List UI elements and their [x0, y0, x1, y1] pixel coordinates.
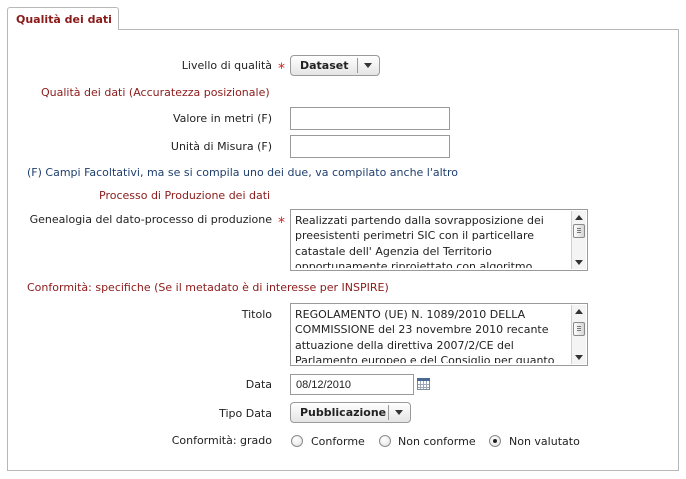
titolo-label: Titolo — [241, 308, 272, 321]
unita-label: Unità di Misura (F) — [170, 140, 272, 153]
scroll-thumb[interactable] — [573, 224, 585, 238]
titolo-scrollbar[interactable] — [571, 305, 586, 364]
data-label: Data — [245, 378, 272, 391]
scroll-down-icon[interactable] — [575, 260, 583, 265]
radio-non-valutato-label[interactable]: Non valutato — [509, 435, 580, 448]
scroll-thumb[interactable] — [573, 322, 585, 336]
required-marker: * — [278, 215, 285, 231]
genealogia-label: Genealogia del dato-processo di produzio… — [29, 213, 272, 226]
radio-conforme-label[interactable]: Conforme — [311, 435, 365, 448]
conformita-section-title: Conformità: specifiche (Se il metadato è… — [27, 281, 389, 294]
livello-dropdown[interactable]: Dataset — [290, 55, 380, 76]
genealogia-scrollbar[interactable] — [571, 211, 586, 269]
radio-non-conforme-label[interactable]: Non conforme — [398, 435, 476, 448]
accuratezza-section-title: Qualità dei dati (Accuratezza posizional… — [41, 86, 270, 99]
livello-label: Livello di qualità — [181, 59, 272, 72]
radio-non-conforme[interactable] — [379, 435, 391, 447]
tab-qualita-dei-dati[interactable]: Qualità dei dati — [7, 7, 119, 30]
tipo-data-dropdown[interactable]: Pubblicazione — [290, 402, 411, 423]
radio-conforme[interactable] — [291, 435, 303, 447]
facoltativi-note: (F) Campi Facoltativi, ma se si compila … — [27, 166, 459, 179]
grado-label: Conformità: grado — [171, 434, 272, 447]
scroll-down-icon[interactable] — [575, 355, 583, 360]
chevron-down-icon — [364, 63, 372, 68]
scroll-up-icon[interactable] — [575, 309, 583, 314]
radio-non-valutato[interactable] — [489, 435, 501, 447]
genealogia-textarea[interactable]: Realizzati partendo dalla sovrapposizion… — [290, 209, 588, 271]
unita-input[interactable] — [290, 135, 450, 158]
chevron-down-icon — [395, 410, 403, 415]
processo-section-title: Processo di Produzione dei dati — [99, 189, 271, 202]
livello-value: Dataset — [300, 59, 349, 72]
calendar-icon[interactable] — [417, 378, 430, 390]
valore-input[interactable] — [290, 107, 450, 130]
titolo-textarea[interactable]: REGOLAMENTO (UE) N. 1089/2010 DELLA COMM… — [290, 303, 588, 366]
scroll-up-icon[interactable] — [575, 215, 583, 220]
tipo-data-label: Tipo Data — [219, 407, 272, 420]
tipo-data-value: Pubblicazione — [300, 406, 387, 419]
required-marker: * — [278, 61, 285, 77]
valore-label: Valore in metri (F) — [172, 112, 272, 125]
data-input[interactable] — [290, 374, 414, 395]
